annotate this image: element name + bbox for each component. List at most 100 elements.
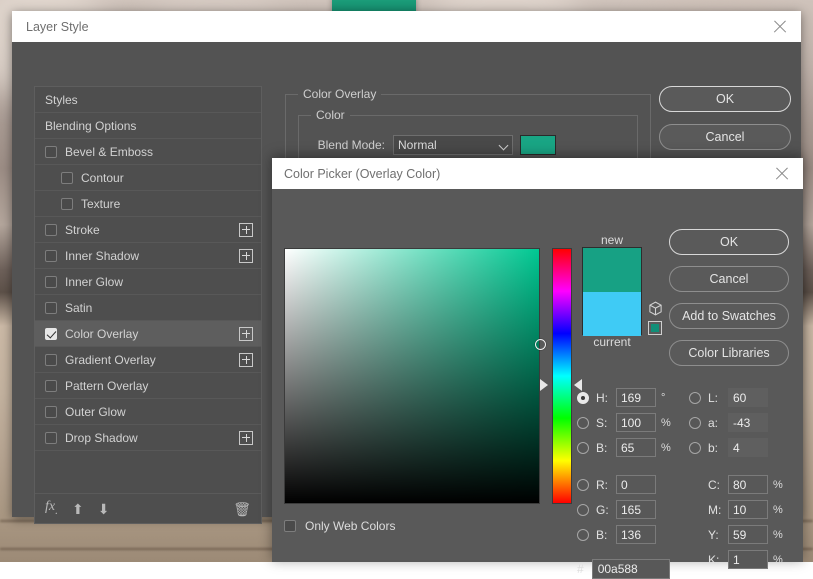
radio-G[interactable] [577,504,589,516]
input-S[interactable]: 100 [616,413,656,432]
current-color-label: current [582,335,642,349]
style-row-label: Contour [81,171,253,185]
only-web-colors-checkbox[interactable] [284,520,296,532]
style-row-gradient-overlay[interactable]: Gradient Overlay [35,347,261,373]
cancel-button[interactable]: Cancel [669,266,789,292]
style-checkbox[interactable] [45,250,57,262]
style-row-drop-shadow[interactable]: Drop Shadow [35,425,261,451]
add-to-swatches-button[interactable]: Add to Swatches [669,303,789,329]
field-row-G: G:165 [577,497,689,522]
saturation-brightness-field[interactable] [284,248,540,504]
cancel-button[interactable]: Cancel [659,124,791,150]
style-checkbox[interactable] [45,146,57,158]
close-icon[interactable] [771,163,793,185]
label-C: C: [708,478,728,492]
out-of-gamut-cube-icon[interactable] [648,301,663,316]
arrow-down-icon[interactable]: ⬇ [98,502,110,516]
style-checkbox[interactable] [45,328,57,340]
style-row-color-overlay[interactable]: Color Overlay [35,321,261,347]
input-K[interactable]: 1 [728,550,768,569]
input-M[interactable]: 10 [728,500,768,519]
color-libraries-button[interactable]: Color Libraries [669,340,789,366]
overlay-color-swatch[interactable] [520,135,556,155]
ok-button[interactable]: OK [659,86,791,112]
field-row-R: R:0 [577,472,689,497]
field-row-S: S:100% [577,410,689,435]
style-row-styles[interactable]: Styles [35,87,261,113]
blend-mode-value: Normal [398,138,437,152]
style-row-outer-glow[interactable]: Outer Glow [35,399,261,425]
style-row-inner-glow[interactable]: Inner Glow [35,269,261,295]
style-row-stroke[interactable]: Stroke [35,217,261,243]
input-B[interactable]: 136 [616,525,656,544]
add-effect-icon[interactable] [239,353,253,367]
current-color-swatch[interactable] [583,292,641,336]
label-a: a: [708,416,728,430]
unit-Y: % [773,529,789,541]
input-a[interactable]: -43 [728,413,768,432]
gamut-warning-icons [648,301,663,335]
ok-button[interactable]: OK [669,229,789,255]
style-checkbox[interactable] [45,432,57,444]
radio-B[interactable] [577,529,589,541]
style-row-contour[interactable]: Contour [35,165,261,191]
radio-H[interactable] [577,392,589,404]
cmyk-fields: C:80%M:10%Y:59%K:1% [689,472,809,572]
input-b[interactable]: 4 [728,438,768,457]
add-effect-icon[interactable] [239,431,253,445]
radio-b[interactable] [689,442,701,454]
input-R[interactable]: 0 [616,475,656,494]
not-web-safe-icon[interactable] [648,321,662,335]
input-B[interactable]: 65 [616,438,656,457]
hue-slider-handle-left[interactable] [540,379,548,391]
style-row-satin[interactable]: Satin [35,295,261,321]
arrow-up-icon[interactable]: ⬆ [72,502,84,516]
fx-icon[interactable]: fx. [45,500,58,516]
style-row-pattern-overlay[interactable]: Pattern Overlay [35,373,261,399]
unit-B: % [661,442,677,454]
color-subgroup-title: Color [311,108,350,122]
trash-icon[interactable]: 🗑 [233,502,251,516]
field-row-L: L:60 [689,385,809,410]
hue-slider[interactable] [552,248,572,504]
field-row-b: b:4 [689,435,809,460]
styles-list[interactable]: Styles Blending OptionsBevel & Emboss Cont… [35,87,261,493]
styles-footer-toolbar: fx. ⬆ ⬇ 🗑 [35,493,261,523]
style-checkbox[interactable] [45,380,57,392]
style-row-label: Styles [45,93,253,107]
style-row-bevel-emboss[interactable]: Bevel & Emboss [35,139,261,165]
style-checkbox[interactable] [45,302,57,314]
style-row-blending-options[interactable]: Blending Options [35,113,261,139]
new-color-swatch[interactable] [583,248,641,292]
style-row-inner-shadow[interactable]: Inner Shadow [35,243,261,269]
hex-input[interactable]: 00a588 [592,559,670,579]
close-icon[interactable] [769,16,791,38]
radio-R[interactable] [577,479,589,491]
input-L[interactable]: 60 [728,388,768,407]
style-checkbox[interactable] [45,406,57,418]
color-field-cursor[interactable] [535,339,546,350]
style-checkbox[interactable] [61,172,73,184]
style-row-label: Satin [65,301,253,315]
blend-mode-select[interactable]: Normal [393,135,513,155]
add-effect-icon[interactable] [239,249,253,263]
radio-B[interactable] [577,442,589,454]
style-row-texture[interactable]: Texture [35,191,261,217]
preview-swatches[interactable] [582,247,642,335]
radio-S[interactable] [577,417,589,429]
style-checkbox[interactable] [61,198,73,210]
only-web-colors-row[interactable]: Only Web Colors [284,519,395,533]
input-H[interactable]: 169 [616,388,656,407]
radio-L[interactable] [689,392,701,404]
layer-style-titlebar: Layer Style [12,11,801,42]
add-effect-icon[interactable] [239,327,253,341]
add-effect-icon[interactable] [239,223,253,237]
input-Y[interactable]: 59 [728,525,768,544]
input-C[interactable]: 80 [728,475,768,494]
radio-a[interactable] [689,417,701,429]
style-checkbox[interactable] [45,276,57,288]
color-picker-body: new current H:169°S:100%B:65% L:60a:-43b… [272,189,803,562]
style-checkbox[interactable] [45,354,57,366]
style-checkbox[interactable] [45,224,57,236]
input-G[interactable]: 165 [616,500,656,519]
